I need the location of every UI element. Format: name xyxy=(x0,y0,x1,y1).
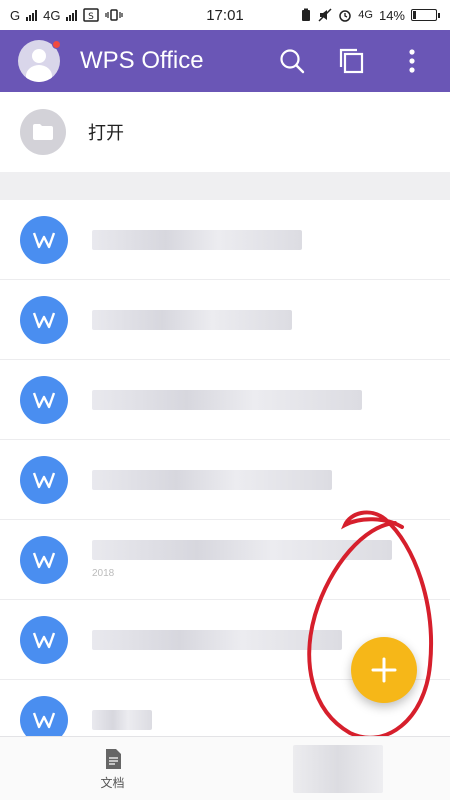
avatar-button[interactable] xyxy=(18,40,61,82)
open-row[interactable]: 打开 xyxy=(0,92,450,172)
folder-icon xyxy=(33,124,53,140)
obscured-title xyxy=(92,629,342,650)
alarm-icon xyxy=(339,10,352,22)
mute-icon xyxy=(318,8,332,22)
plus-icon xyxy=(371,657,397,683)
vibrate-icon xyxy=(105,9,124,21)
signal-icon xyxy=(26,9,38,21)
wps-writer-icon xyxy=(20,215,68,264)
multi-window-button[interactable] xyxy=(330,39,374,83)
obscured-tab-content xyxy=(292,745,383,793)
section-divider xyxy=(0,172,450,200)
obscured-title xyxy=(92,709,152,730)
obscured-title xyxy=(92,540,392,560)
tab-documents[interactable]: 文档 xyxy=(0,737,225,800)
wps-writer-icon xyxy=(20,375,68,424)
obscured-title xyxy=(92,469,332,490)
app-bar: WPS Office xyxy=(0,30,450,92)
signal-icon-2 xyxy=(66,9,78,21)
svg-text:S: S xyxy=(89,12,95,22)
more-vert-icon xyxy=(409,49,415,73)
bottom-nav: 文档 xyxy=(0,736,450,800)
status-right: 4G 14% xyxy=(300,8,440,23)
battery-percent: 14% xyxy=(378,7,405,23)
wps-writer-icon xyxy=(20,455,68,504)
multi-window-icon xyxy=(339,48,364,74)
battery-icon xyxy=(411,9,440,21)
app-title: WPS Office xyxy=(80,47,204,74)
status-bar: G 4G S 17:01 4G 14% xyxy=(0,0,450,30)
tab-documents-label: 文档 xyxy=(100,775,125,790)
wps-writer-icon xyxy=(20,295,68,344)
tab-obscured[interactable] xyxy=(225,737,450,800)
network-type: 4G xyxy=(358,9,373,21)
list-item[interactable] xyxy=(0,200,450,280)
status-left: G 4G S xyxy=(10,7,124,23)
open-label: 打开 xyxy=(88,123,124,143)
wps-writer-icon xyxy=(20,535,68,584)
battery-saver-icon xyxy=(302,8,311,21)
document-icon xyxy=(105,748,121,769)
search-icon xyxy=(280,49,305,74)
item-date: 2018 xyxy=(92,568,115,579)
list-item[interactable]: 2018 xyxy=(0,520,450,600)
carrier-label: G xyxy=(10,7,21,23)
obscured-title xyxy=(92,309,292,330)
wps-writer-icon xyxy=(20,695,68,736)
obscured-title xyxy=(92,389,362,410)
list-item[interactable] xyxy=(0,280,450,360)
wps-writer-icon xyxy=(20,615,68,664)
notification-dot xyxy=(52,40,61,49)
folder-icon-circle xyxy=(20,109,66,155)
network-label: 4G xyxy=(43,7,61,23)
search-button[interactable] xyxy=(270,39,314,83)
sim-icon: S xyxy=(83,8,100,22)
obscured-title xyxy=(92,229,302,250)
list-item[interactable] xyxy=(0,360,450,440)
list-item[interactable] xyxy=(0,440,450,520)
create-document-fab[interactable] xyxy=(351,637,417,703)
more-button[interactable] xyxy=(390,39,434,83)
